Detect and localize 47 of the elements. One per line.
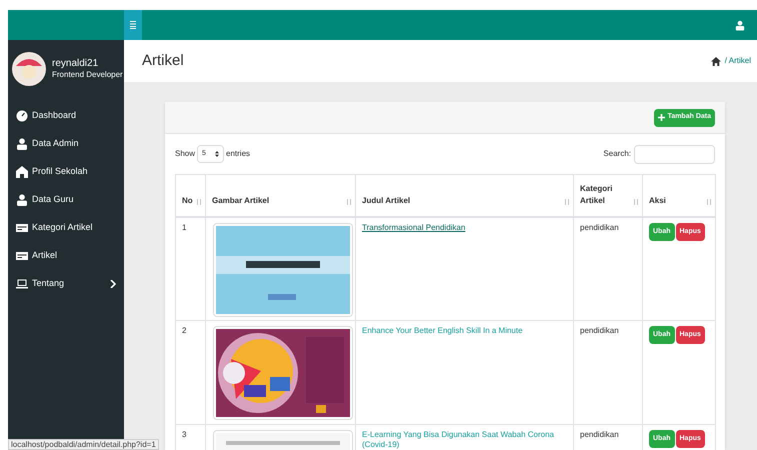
- sidebar-item[interactable]: Artikel: [8, 242, 124, 270]
- column-header[interactable]: Judul Artikel: [356, 174, 574, 216]
- home-icon[interactable]: [710, 56, 721, 66]
- page-title: Artikel: [142, 50, 184, 71]
- user-icon: [16, 138, 28, 150]
- building-icon: [16, 166, 28, 178]
- sidebar-item[interactable]: Kategori Artikel: [8, 214, 124, 242]
- dashboard-icon: [16, 110, 28, 122]
- user-name: reynaldi21: [52, 58, 100, 70]
- menu-button[interactable]: [124, 10, 142, 40]
- sort-icon: [564, 198, 570, 204]
- breadcrumb: / Artikel: [724, 55, 751, 67]
- table-cell: 3: [176, 424, 206, 450]
- sort-icon: [346, 198, 352, 204]
- column-header[interactable]: No: [176, 174, 206, 216]
- table-cell: pendidikan: [574, 320, 642, 424]
- search-label: Search:: [603, 148, 631, 160]
- column-header[interactable]: Aksi: [642, 174, 716, 216]
- entries-label: entries: [226, 148, 250, 160]
- sort-icon: [706, 198, 712, 204]
- card-icon: [16, 222, 28, 234]
- laptop-icon: [16, 278, 28, 290]
- sidebar-item[interactable]: Dashboard: [8, 102, 124, 130]
- show-label: Show: [175, 148, 196, 160]
- user-icon: [16, 194, 28, 206]
- article-link[interactable]: Transformasional Pendidikan: [362, 222, 569, 232]
- menu-icon: [130, 21, 136, 29]
- sort-icon: [633, 198, 639, 204]
- column-header[interactable]: Gambar Artikel: [206, 174, 356, 216]
- plus-icon: [658, 114, 665, 121]
- status-bar: localhost/podbaldi/admin/detail.php?id=1: [8, 439, 159, 450]
- sidebar-item[interactable]: Tentang: [8, 270, 124, 298]
- table-cell: 1: [176, 216, 206, 320]
- sort-icon: [196, 198, 202, 204]
- avatar: [12, 52, 46, 86]
- sidebar-item[interactable]: Data Guru: [8, 186, 124, 214]
- sidebar-item[interactable]: Data Admin: [8, 130, 124, 158]
- sort-caret-icon: [215, 151, 220, 157]
- chevron-icon: [110, 280, 116, 288]
- sidebar-item[interactable]: Profil Sekolah: [8, 158, 124, 186]
- table-cell: 2: [176, 320, 206, 424]
- user-role: Frontend Developer: [52, 70, 123, 80]
- card-icon: [16, 250, 28, 262]
- user-icon[interactable]: [735, 20, 745, 30]
- table-cell: pendidikan: [574, 216, 642, 320]
- search-field[interactable]: [634, 144, 715, 164]
- column-header[interactable]: Kategori Artikel: [574, 174, 642, 216]
